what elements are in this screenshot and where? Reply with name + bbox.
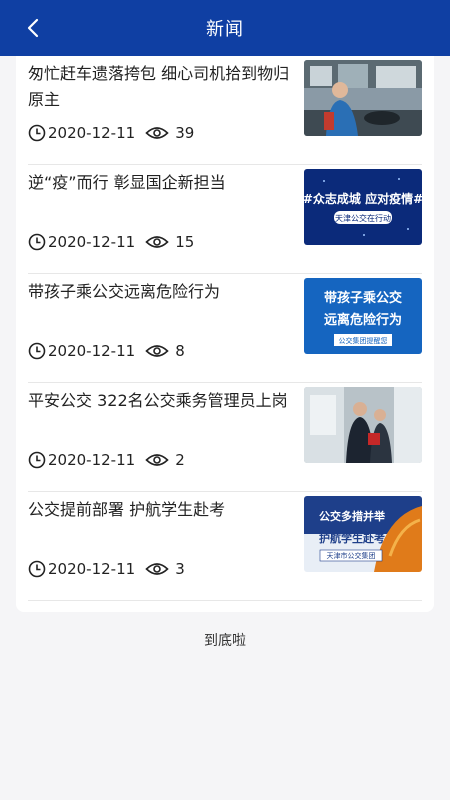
eye-icon <box>145 236 169 248</box>
news-meta: 2020-12-11 39 <box>28 123 194 143</box>
thumb-headline: 带孩子乘公交 <box>324 290 402 306</box>
news-meta: 2020-12-11 8 <box>28 341 185 361</box>
news-date: 2020-12-11 <box>48 233 136 251</box>
thumb-subline: 护航学生赴考 <box>319 531 385 545</box>
clock-icon <box>28 560 46 578</box>
clock-icon <box>28 451 46 469</box>
eye-icon <box>145 127 169 139</box>
news-item[interactable]: 公交提前部署 护航学生赴考 2020-12-11 3 公交多措并举 护航学生赴考… <box>28 492 422 601</box>
news-headline: 逆“疫”而行 彰显国企新担当 <box>28 173 226 192</box>
thumb-caption: 公交集团提醒您 <box>339 336 388 345</box>
news-list: 匆忙赶车遗落挎包 细心司机拾到物归原主 2020-12-11 39 逆“疫”而行… <box>16 56 434 612</box>
news-meta: 2020-12-11 3 <box>28 559 185 579</box>
clock-icon <box>28 342 46 360</box>
news-date: 2020-12-11 <box>48 451 136 469</box>
eye-icon <box>145 454 169 466</box>
news-date: 2020-12-11 <box>48 342 136 360</box>
news-thumbnail: 公交多措并举 护航学生赴考 天津市公交集团 <box>304 496 422 572</box>
news-date: 2020-12-11 <box>48 124 136 142</box>
view-count: 39 <box>175 124 195 142</box>
clock-icon <box>28 233 46 251</box>
news-thumbnail <box>304 60 422 136</box>
news-item[interactable]: 平安公交 322名公交乘务管理员上岗 2020-12-11 2 <box>28 383 422 492</box>
page-title: 新闻 <box>206 19 244 40</box>
thumb-subline: 天津公交在行动 <box>335 213 391 223</box>
back-arrow-icon <box>27 18 39 38</box>
news-item[interactable]: 逆“疫”而行 彰显国企新担当 2020-12-11 15 #众志成城 应对疫情#… <box>28 165 422 274</box>
news-item[interactable]: 带孩子乘公交远离危险行为 2020-12-11 8 带孩子乘公交 远离危险行为 … <box>28 274 422 383</box>
thumb-caption: 天津市公交集团 <box>327 551 376 560</box>
news-thumbnail <box>304 387 422 463</box>
eye-icon <box>145 345 169 357</box>
news-headline: 平安公交 322名公交乘务管理员上岗 <box>28 391 288 410</box>
news-item[interactable]: 匆忙赶车遗落挎包 细心司机拾到物归原主 2020-12-11 39 <box>28 56 422 165</box>
back-button[interactable] <box>20 14 48 42</box>
end-of-list-text: 到底啦 <box>204 633 246 649</box>
view-count: 8 <box>175 342 185 360</box>
thumb-subline: 远离危险行为 <box>324 312 402 328</box>
clock-icon <box>28 124 46 142</box>
news-meta: 2020-12-11 15 <box>28 232 194 252</box>
thumb-headline: #众志成城 应对疫情# <box>304 191 422 206</box>
news-meta: 2020-12-11 2 <box>28 450 185 470</box>
news-headline: 带孩子乘公交远离危险行为 <box>28 282 221 301</box>
top-bar: 新闻 <box>0 0 450 56</box>
news-thumbnail: 带孩子乘公交 远离危险行为 公交集团提醒您 <box>304 278 422 354</box>
view-count: 2 <box>175 451 185 469</box>
thumb-headline: 公交多措并举 <box>319 509 386 523</box>
news-headline: 公交提前部署 护航学生赴考 <box>28 500 226 519</box>
eye-icon <box>145 563 169 575</box>
news-thumbnail: #众志成城 应对疫情# 天津公交在行动 <box>304 169 422 245</box>
news-date: 2020-12-11 <box>48 560 136 578</box>
view-count: 3 <box>175 560 185 578</box>
view-count: 15 <box>175 233 195 251</box>
news-headline: 匆忙赶车遗落挎包 细心司机拾到物归原主 <box>28 64 290 109</box>
